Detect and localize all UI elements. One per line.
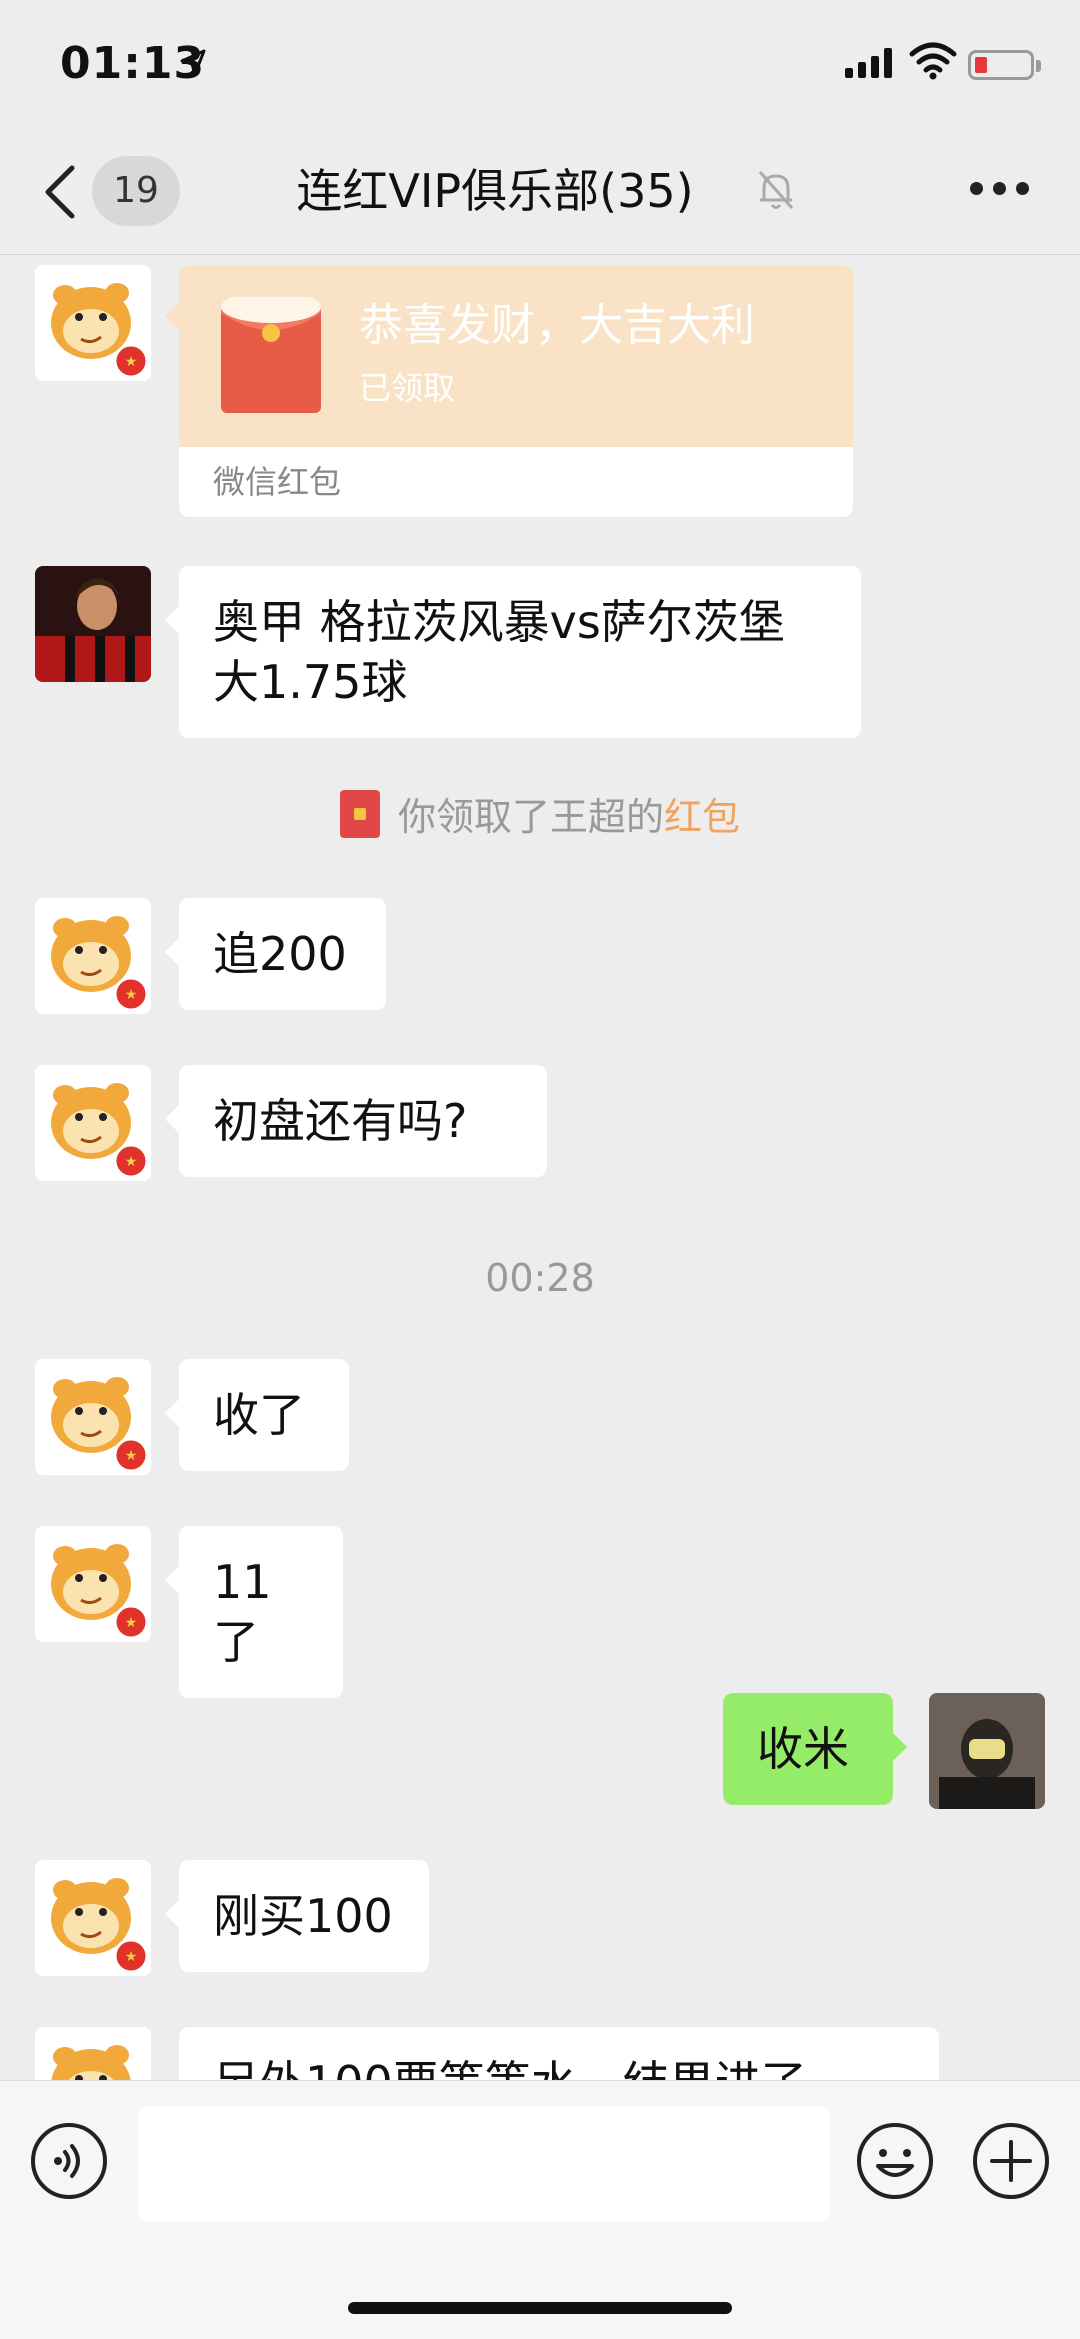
cellular-signal-icon xyxy=(845,48,895,78)
message-input[interactable] xyxy=(138,2106,830,2222)
avatar[interactable] xyxy=(35,1526,151,1642)
self-avatar[interactable] xyxy=(929,1693,1045,1809)
red-packet-icon xyxy=(221,297,321,413)
timestamp: 00:28 xyxy=(485,1256,595,1300)
message-bubble[interactable]: 奥甲 格拉茨风暴vs萨尔茨堡大1.75球 xyxy=(165,566,861,738)
home-indicator xyxy=(348,2302,732,2314)
message-bubble[interactable]: 追200 xyxy=(165,898,386,1010)
mute-bell-icon xyxy=(758,171,794,209)
more-options-icon[interactable] xyxy=(970,182,1030,198)
message-bubble[interactable]: 初盘还有吗? xyxy=(165,1065,547,1177)
back-chevron-icon[interactable] xyxy=(40,162,80,222)
system-notice: 你领取了王超的红包 xyxy=(0,786,1080,841)
emoji-icon[interactable] xyxy=(856,2122,934,2200)
avatar[interactable] xyxy=(35,1860,151,1976)
red-packet-status: 已领取 xyxy=(359,369,456,407)
plus-icon[interactable] xyxy=(972,2122,1050,2200)
message-bubble[interactable]: 收了 xyxy=(165,1359,349,1471)
avatar[interactable] xyxy=(35,265,151,381)
voice-input-icon[interactable] xyxy=(30,2122,108,2200)
red-packet-footer: 微信红包 xyxy=(213,463,342,501)
avatar[interactable] xyxy=(35,898,151,1014)
system-notice-text: 你领取了王超的 xyxy=(397,795,664,839)
battery-level xyxy=(975,57,987,73)
avatar[interactable] xyxy=(35,1359,151,1475)
avatar-photo[interactable] xyxy=(35,566,151,682)
red-packet-title: 恭喜发财，大吉大利 xyxy=(359,300,755,351)
red-packet-card[interactable]: 恭喜发财，大吉大利 已领取 微信红包 xyxy=(179,265,853,517)
message-bubble[interactable]: 11了 xyxy=(165,1526,343,1698)
self-message-bubble[interactable]: 收米 xyxy=(723,1693,907,1805)
bubble-tail xyxy=(165,302,179,330)
message-bubble[interactable]: 刚买100 xyxy=(165,1860,429,1972)
avatar[interactable] xyxy=(35,1065,151,1181)
red-packet-link[interactable]: 红包 xyxy=(664,795,740,839)
wifi-icon xyxy=(909,42,957,80)
red-packet-small-icon xyxy=(339,790,380,838)
location-arrow-icon xyxy=(180,49,206,76)
battery-cap xyxy=(1036,60,1041,72)
unread-count-badge[interactable]: 19 xyxy=(92,156,180,226)
chat-title: 连红VIP俱乐部(35) xyxy=(296,164,694,218)
